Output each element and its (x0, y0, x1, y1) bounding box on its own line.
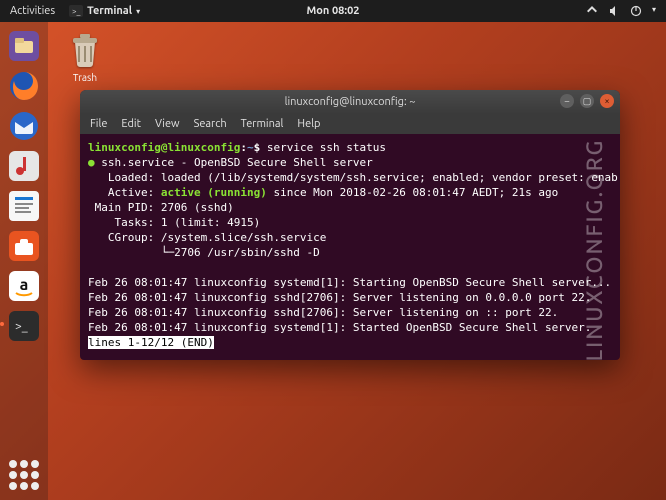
svg-text:>_: >_ (15, 320, 28, 333)
pager-end-marker: lines 1-12/12 (END) (88, 336, 214, 349)
dock-terminal[interactable]: >_ (6, 308, 42, 344)
menu-help[interactable]: Help (297, 118, 320, 130)
status-dot-icon: ● (88, 156, 95, 169)
menu-file[interactable]: File (90, 118, 107, 130)
chevron-down-icon: ▾ (136, 7, 140, 16)
terminal-body[interactable]: linuxconfig@linuxconfig:~$ service ssh s… (80, 134, 620, 360)
prompt-path: ~ (247, 141, 254, 154)
menu-view[interactable]: View (155, 118, 180, 130)
show-applications-button[interactable] (9, 460, 39, 490)
service-active-state: active (running) (161, 186, 267, 199)
svg-text:>_: >_ (72, 7, 81, 16)
terminal-titlebar[interactable]: linuxconfig@linuxconfig: ~ – ▢ × (80, 90, 620, 114)
terminal-command: service ssh status (267, 141, 386, 154)
dock-nautilus[interactable] (6, 28, 42, 64)
terminal-title: linuxconfig@linuxconfig: ~ (285, 96, 416, 108)
prompt-user-host: linuxconfig@linuxconfig (88, 141, 240, 154)
dock-ubuntu-software[interactable] (6, 228, 42, 264)
clock[interactable]: Mon 08:02 (307, 5, 360, 17)
terminal-window: linuxconfig@linuxconfig: ~ – ▢ × File Ed… (80, 90, 620, 360)
sound-icon (608, 5, 620, 17)
system-tray[interactable]: ▾ (586, 5, 666, 17)
dock-amazon[interactable]: a (6, 268, 42, 304)
terminal-mini-icon: >_ (69, 5, 83, 17)
trash-label: Trash (60, 72, 110, 83)
trash-desktop-icon[interactable]: Trash (60, 30, 110, 83)
dock: a >_ (0, 22, 48, 500)
dock-thunderbird[interactable] (6, 108, 42, 144)
window-close-button[interactable]: × (600, 94, 614, 108)
menu-terminal[interactable]: Terminal (241, 118, 284, 130)
chevron-down-icon: ▾ (652, 5, 656, 17)
dock-rhythmbox[interactable] (6, 148, 42, 184)
menu-search[interactable]: Search (194, 118, 227, 130)
dock-libreoffice-writer[interactable] (6, 188, 42, 224)
activities-button[interactable]: Activities (10, 5, 55, 17)
power-icon (630, 5, 642, 17)
dock-firefox[interactable] (6, 68, 42, 104)
svg-text:a: a (20, 276, 29, 294)
active-app-indicator[interactable]: >_ Terminal ▾ (69, 5, 140, 17)
terminal-menubar: File Edit View Search Terminal Help (80, 114, 620, 134)
menu-edit[interactable]: Edit (121, 118, 141, 130)
window-minimize-button[interactable]: – (560, 94, 574, 108)
network-icon (586, 5, 598, 17)
trash-icon (65, 30, 105, 70)
top-panel: Activities >_ Terminal ▾ Mon 08:02 ▾ (0, 0, 666, 22)
window-maximize-button[interactable]: ▢ (580, 94, 594, 108)
